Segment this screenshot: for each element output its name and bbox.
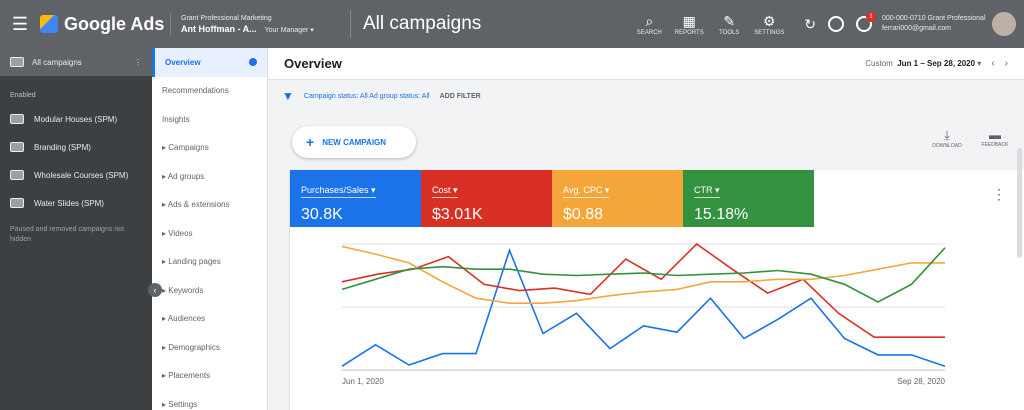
date-range-picker[interactable]: Custom Jun 1 – Sep 28, 2020 ▾ [865,59,981,68]
series-line-avg-cpc [341,245,945,304]
page-nav: Overview Recommendations Insights ▸ Camp… [152,48,268,410]
nav-item-campaigns[interactable]: ▸ Campaigns [152,134,267,163]
collapse-sidebar-button[interactable]: ‹ [148,283,162,297]
feedback-button[interactable]: ▬ FEEDBACK [978,128,1012,149]
sidebar-item-campaign[interactable]: Modular Houses (SPM) [0,105,152,133]
tools-button[interactable]: ✎ TOOLS [714,13,744,36]
nav-item-videos[interactable]: ▸ Videos [152,219,267,248]
campaign-sidebar: All campaigns ⋮ Enabled Modular Houses (… [0,48,152,410]
nav-item-landing-pages[interactable]: ▸ Landing pages [152,248,267,277]
download-icon: ⤓ [944,128,950,142]
more-vert-icon[interactable]: ⋮ [134,58,142,67]
reports-icon: ▦ [682,12,696,29]
nav-item-insights[interactable]: Insights [152,105,267,134]
avatar[interactable] [992,12,1016,36]
reports-button[interactable]: ▦ REPORTS [674,13,704,36]
account-switcher[interactable]: Grant Professional Marketing Ant Hoffman… [170,12,350,36]
google-ads-logo[interactable]: Google Ads [40,14,170,35]
metric-cost[interactable]: Cost ▾ $3.01K [421,170,552,227]
plus-icon: + [306,134,315,150]
x-start-label: Jun 1, 2020 [342,377,384,386]
nav-item-audiences[interactable]: ▸ Audiences [152,305,267,334]
page-title: All campaigns [350,10,634,38]
settings-icon: ⚙ [762,12,776,29]
campaign-icon [10,114,24,124]
search-button[interactable]: ⌕ SEARCH [634,13,664,36]
performance-chart: Jun 1, 2020 Sep 28, 2020 [341,242,946,386]
menu-icon[interactable]: ☰ [0,14,40,35]
nav-item-overview[interactable]: Overview [152,48,267,77]
add-filter-button[interactable]: ADD FILTER [440,93,481,100]
sidebar-section-label: Enabled [10,92,36,99]
home-icon [249,58,257,67]
nav-item-placements[interactable]: ▸ Placements [152,362,267,391]
series-line-cost [341,242,945,338]
new-campaign-button[interactable]: + NEW CAMPAIGN [292,126,416,158]
nav-item-recommendations[interactable]: Recommendations [152,77,267,106]
overview-header: Overview Custom Jun 1 – Sep 28, 2020 ▾ ‹… [268,48,1024,80]
search-icon: ⌕ [645,12,654,29]
metric-ctr[interactable]: CTR ▾ 15.18% [683,170,814,227]
campaign-icon [10,142,24,152]
nav-item-ad-groups[interactable]: ▸ Ad groups [152,162,267,191]
help-icon[interactable] [828,16,844,32]
nav-item-ads-extensions[interactable]: ▸ Ads & extensions [152,191,267,220]
user-info[interactable]: 000-000-0710 Grant Professional ferrari0… [882,14,992,34]
download-button[interactable]: ⤓ DOWNLOAD [930,128,964,149]
previous-period-icon[interactable]: ‹ [991,58,994,69]
campaign-icon [10,170,24,180]
filter-bar: ▼ Campaign status: All Ad group status: … [268,80,1024,112]
scrollbar[interactable] [1017,148,1022,258]
sidebar-item-campaign[interactable]: Branding (SPM) [0,133,152,161]
tools-icon: ✎ [723,12,736,29]
notification-badge: 1 [866,12,876,22]
nav-item-keywords[interactable]: ▸ Keywords [152,276,267,305]
filter-chips[interactable]: Campaign status: All Ad group status: Al… [304,93,430,100]
notifications-icon[interactable]: 1 [856,12,876,32]
sidebar-item-campaign[interactable]: Water Slides (SPM) [0,189,152,217]
feedback-icon: ▬ [989,128,1001,142]
overview-title: Overview [284,56,342,71]
metric-avg-cpc[interactable]: Avg. CPC ▾ $0.88 [552,170,683,227]
sidebar-all-campaigns[interactable]: All campaigns ⋮ [0,48,152,76]
x-end-label: Sep 28, 2020 [897,377,945,386]
metric-purchases[interactable]: Purchases/Sales ▾ 30.8K [290,170,421,227]
sidebar-item-campaign[interactable]: Wholesale Courses (SPM) [0,161,152,189]
google-ads-mark-icon [40,15,58,33]
campaign-icon [10,198,24,208]
series-line-ctr [341,247,946,303]
nav-item-settings[interactable]: ▸ Settings [152,390,267,410]
filter-icon[interactable]: ▼ [282,89,294,103]
next-period-icon[interactable]: › [1005,58,1008,69]
sidebar-note: Paused and removed campaigns not hidden [10,226,125,243]
main-content: Overview Custom Jun 1 – Sep 28, 2020 ▾ ‹… [268,48,1024,410]
refresh-icon[interactable]: ↻ [804,16,816,33]
performance-card: Purchases/Sales ▾ 30.8K Cost ▾ $3.01K Avg.… [290,170,1024,410]
settings-button[interactable]: ⚙ SETTINGS [754,13,784,36]
more-vert-icon[interactable]: ⋮ [992,186,1006,203]
campaigns-icon [10,57,24,67]
top-bar: ☰ Google Ads Grant Professional Marketin… [0,0,1024,48]
nav-item-demographics[interactable]: ▸ Demographics [152,333,267,362]
